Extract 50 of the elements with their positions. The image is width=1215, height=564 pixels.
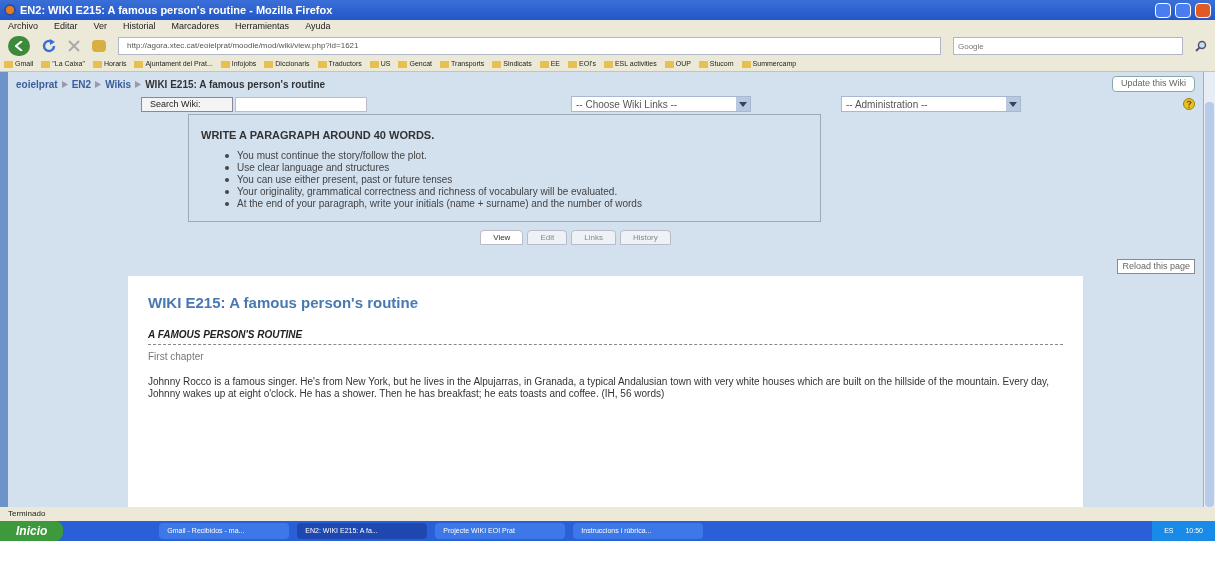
instructions-heading: WRITE A PARAGRAPH AROUND 40 WORDS. bbox=[201, 128, 436, 143]
window-title: EN2: WIKI E215: A famous person's routine - Mozilla Firefox bbox=[20, 2, 334, 18]
scrollbar[interactable] bbox=[1203, 72, 1215, 507]
wiki-tab[interactable]: View bbox=[480, 230, 524, 245]
menu-item[interactable]: Marcadores bbox=[171, 20, 220, 34]
instruction-text: Use clear language and structures bbox=[237, 161, 390, 174]
page-body-text: Johnny Rocco is a famous singer. He's from New York, but he lives in the Alpujarras, in Granada, a typical Andalusian town with very white houses which are built on the hillside of the mountain. Every day, Johnny wakes up at eight o'clock. He has a shower. Then he has breakfast; he eats toasts and coffee. (IH, 56 words) bbox=[148, 375, 1051, 400]
breadcrumb-separator-icon bbox=[61, 80, 68, 88]
page-subtitle: A FAMOUS PERSON'S ROUTINE bbox=[148, 326, 1063, 345]
menu-item[interactable]: Editar bbox=[54, 20, 78, 34]
start-button[interactable]: Inicio bbox=[0, 521, 64, 541]
bullet-icon bbox=[225, 177, 229, 182]
instruction-text: You can use either present, past or future tenses bbox=[237, 173, 453, 186]
breadcrumb-separator-icon bbox=[95, 80, 102, 88]
minimize-button[interactable] bbox=[1155, 2, 1171, 18]
menu-item[interactable]: Archivo bbox=[8, 20, 38, 34]
restore-button[interactable] bbox=[1175, 2, 1191, 18]
breadcrumb-current: WIKI E215: A famous person's routine bbox=[145, 77, 326, 92]
close-button[interactable] bbox=[1195, 2, 1211, 18]
section-heading: First chapter bbox=[148, 349, 205, 364]
breadcrumb-link[interactable]: eoielprat bbox=[16, 76, 58, 92]
menu-item[interactable]: Ayuda bbox=[305, 20, 331, 34]
bullet-icon bbox=[225, 201, 229, 206]
page-title: WIKI E215: A famous person's routine bbox=[148, 293, 419, 313]
search-wiki-button[interactable]: Search Wiki: bbox=[141, 96, 233, 112]
back-button[interactable] bbox=[8, 36, 30, 56]
instruction-text: Your originality, grammatical correctness and richness of vocabulary will be evaluated. bbox=[237, 185, 618, 198]
wiki-links-select[interactable]: -- Choose Wiki Links -- bbox=[571, 96, 751, 112]
chevron-left-icon bbox=[15, 41, 23, 51]
instruction-text: You must continue the story/follow the plot. bbox=[237, 149, 427, 162]
menu-item[interactable]: Historial bbox=[123, 20, 156, 34]
administration-select[interactable]: -- Administration -- bbox=[841, 96, 1021, 112]
bullet-icon bbox=[225, 153, 229, 158]
breadcrumb-link[interactable]: EN2 bbox=[71, 76, 92, 92]
help-icon[interactable] bbox=[1183, 98, 1195, 110]
instruction-text: At the end of your paragraph, write your initials (name + surname) and the number of words bbox=[237, 197, 642, 210]
bullet-icon bbox=[225, 165, 229, 170]
search-icon[interactable] bbox=[1195, 40, 1207, 52]
menu-item[interactable]: Herramientas bbox=[235, 20, 290, 34]
breadcrumb-separator-icon bbox=[135, 80, 142, 88]
bullet-icon bbox=[225, 189, 229, 194]
address-field[interactable]: http://agora.xtec.cat/eoielprat/moodle/mod/wiki/view.php?id=1621 bbox=[118, 37, 941, 55]
wiki-search-field[interactable] bbox=[235, 96, 367, 112]
breadcrumb-link[interactable]: Wikis bbox=[105, 76, 132, 92]
update-wiki-button[interactable]: Update this Wiki bbox=[1111, 76, 1195, 92]
menu-item[interactable]: Ver bbox=[93, 20, 108, 34]
search-field[interactable]: Google bbox=[953, 37, 1183, 55]
status-text: Terminado bbox=[8, 508, 46, 520]
reload-page-button[interactable]: Reload this page bbox=[1117, 259, 1195, 274]
reload-icon[interactable] bbox=[42, 39, 56, 53]
